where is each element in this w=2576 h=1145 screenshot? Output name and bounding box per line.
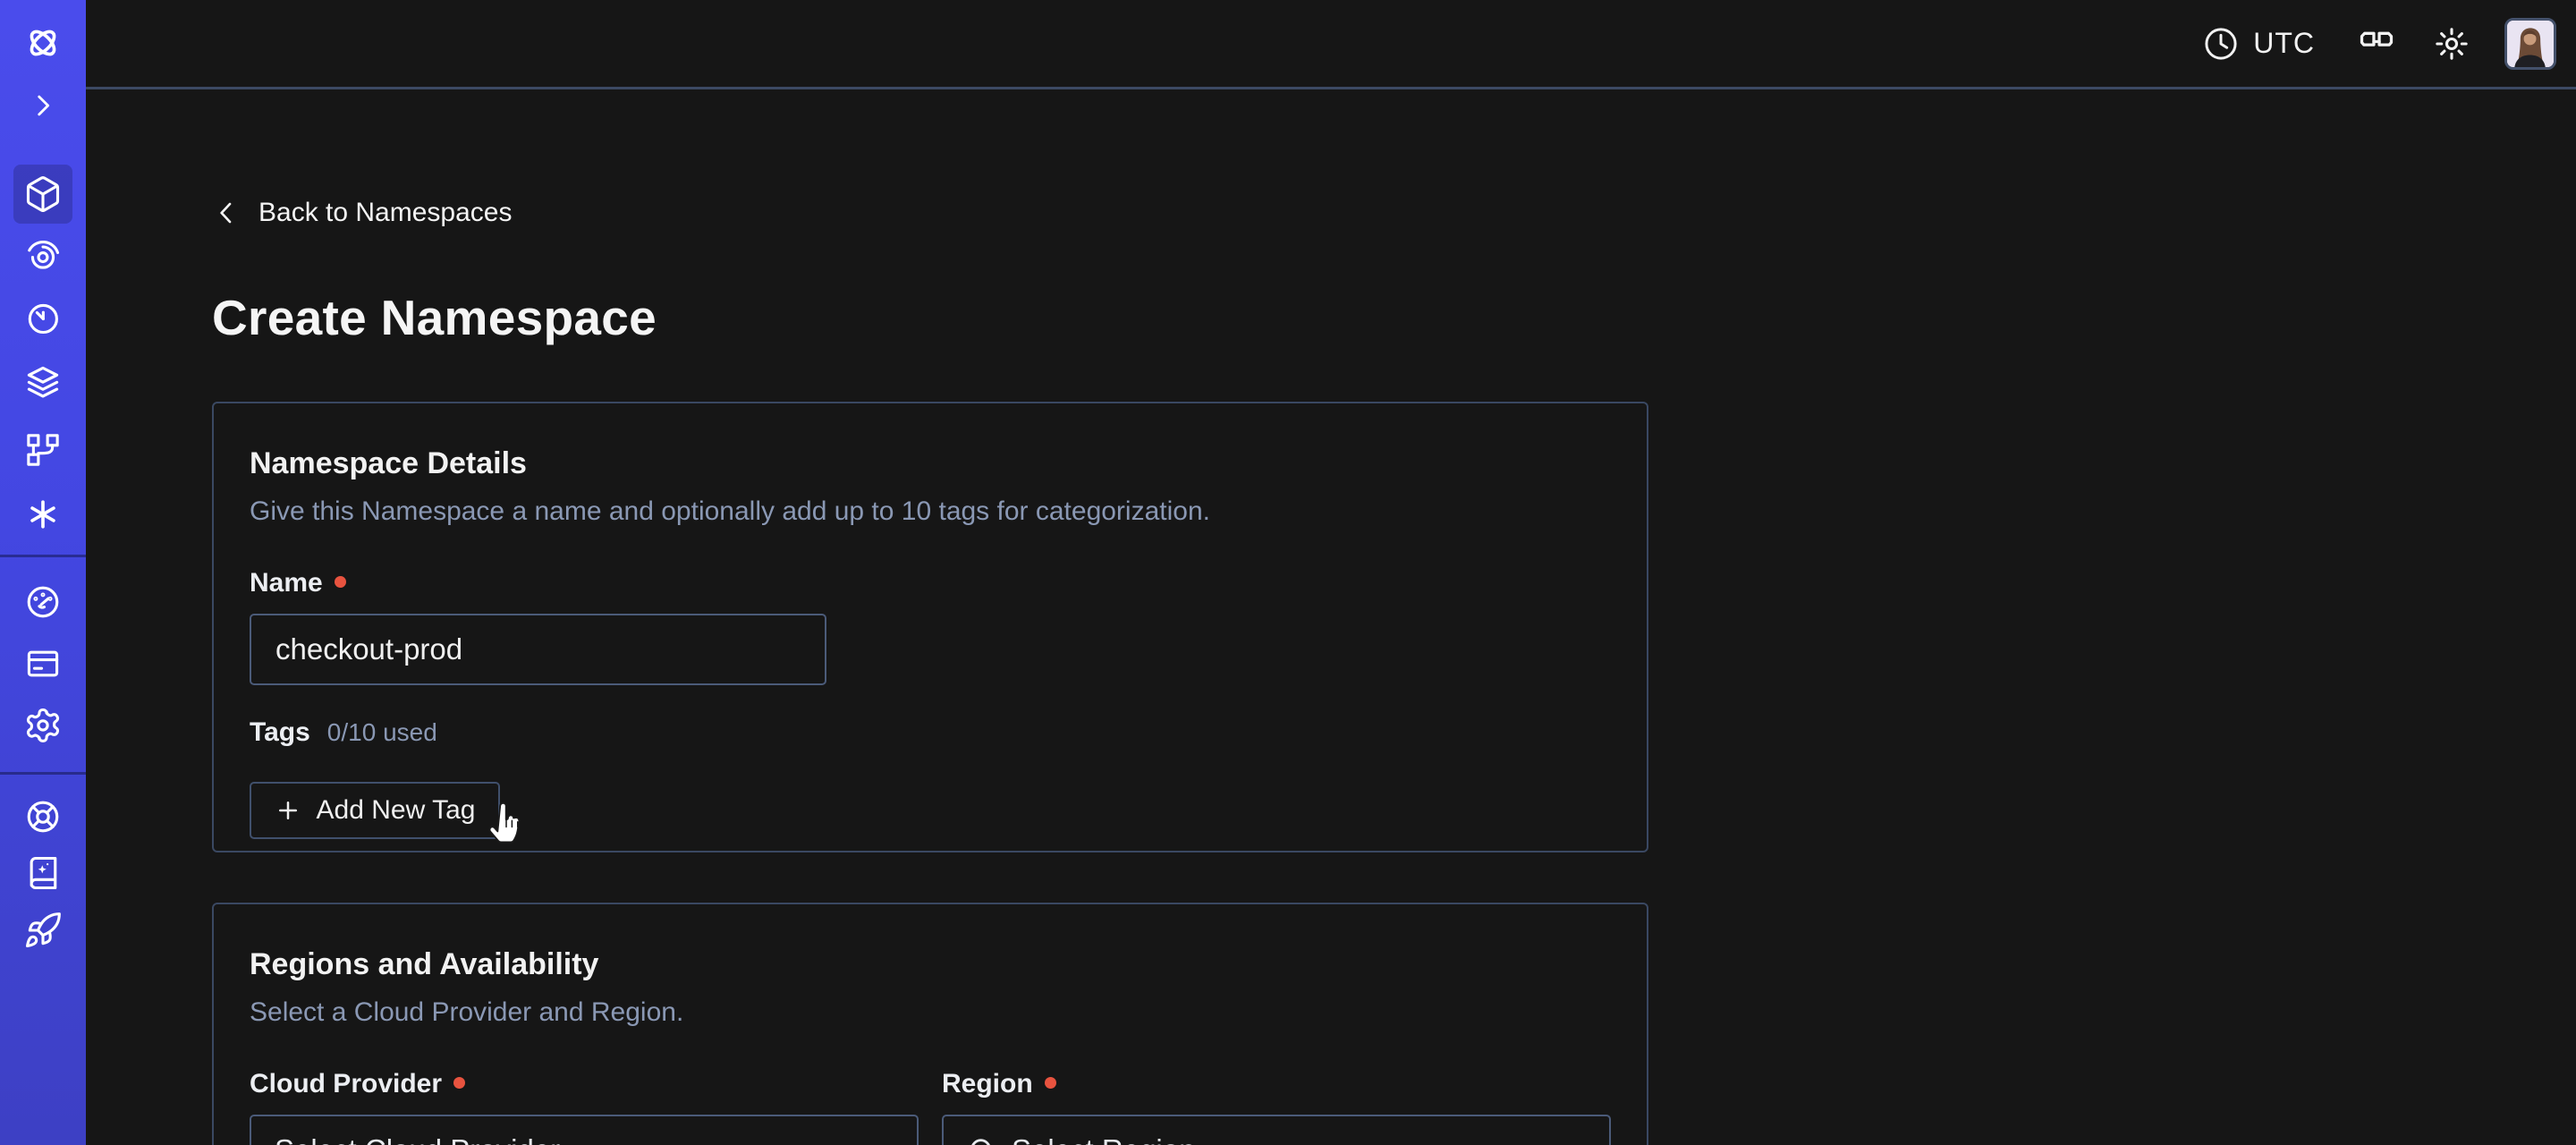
back-to-namespaces-link[interactable]: Back to Namespaces — [212, 198, 512, 228]
sidebar-item-getting-started[interactable] — [13, 901, 72, 960]
theme-toggle-button[interactable] — [2431, 23, 2472, 64]
cloud-provider-placeholder: Select Cloud Provider — [275, 1133, 849, 1145]
cloud-provider-select[interactable]: Select Cloud Provider — [250, 1115, 919, 1145]
tags-label: Tags — [250, 717, 310, 748]
stack-layers-icon — [23, 362, 63, 402]
topbar: UTC — [86, 0, 2576, 89]
search-icon — [967, 1135, 997, 1145]
sidebar-item-workflows[interactable] — [13, 225, 72, 284]
support-lifebuoy-icon — [23, 797, 63, 836]
chevron-down-icon — [1555, 1135, 1586, 1145]
deployments-branch-icon — [23, 430, 63, 470]
add-new-tag-button[interactable]: Add New Tag — [250, 782, 500, 839]
sidebar-item-logo[interactable] — [13, 13, 72, 72]
page-content: Back to Namespaces Create Namespace Name… — [86, 89, 2576, 1145]
app-root: UTC — [0, 0, 2576, 1145]
tags-label-row: Tags 0/10 used — [250, 717, 1611, 748]
region-label: Region — [942, 1069, 1033, 1099]
avatar-photo — [2507, 21, 2554, 67]
schedules-timer-icon — [23, 298, 63, 337]
sidebar-item-namespaces[interactable] — [13, 165, 72, 224]
sidebar-divider — [0, 555, 86, 557]
cloud-provider-column: Cloud Provider Select Cloud Provider — [250, 1069, 919, 1145]
docs-book-icon — [23, 853, 63, 893]
tags-used-counter: 0/10 used — [327, 718, 437, 747]
page-title: Create Namespace — [212, 289, 2576, 346]
clock-icon — [2202, 25, 2240, 63]
sidebar-item-schedules[interactable] — [13, 288, 72, 347]
add-tag-label: Add New Tag — [317, 795, 476, 826]
namespaces-cube-icon — [23, 174, 63, 214]
required-dot — [453, 1077, 465, 1089]
billing-window-icon — [23, 644, 63, 683]
nexus-asterisk-icon — [23, 495, 63, 534]
namespace-name-input[interactable] — [250, 614, 826, 685]
glasses-icon — [2356, 23, 2397, 64]
card-title: Namespace Details — [250, 446, 1611, 481]
cloud-provider-label-row: Cloud Provider — [250, 1069, 919, 1099]
sidebar-item-docs[interactable] — [13, 844, 72, 903]
temporal-logo-icon — [23, 23, 63, 63]
name-field-label-row: Name — [250, 568, 1611, 598]
main-area: UTC — [86, 0, 2576, 1145]
settings-gear-icon — [23, 705, 63, 744]
usage-gauge-icon — [23, 582, 63, 622]
chevron-right-icon — [28, 90, 58, 121]
cloud-provider-label: Cloud Provider — [250, 1069, 442, 1099]
sidebar-item-nexus[interactable] — [13, 485, 72, 544]
sidebar-divider — [0, 772, 86, 775]
workflows-icon — [23, 235, 63, 275]
view-mode-button[interactable] — [2356, 23, 2397, 64]
getting-started-rocket-icon — [23, 911, 63, 950]
chevron-left-icon — [212, 199, 241, 227]
card-subtitle: Select a Cloud Provider and Region. — [250, 997, 1611, 1028]
sidebar-expand-button[interactable] — [13, 76, 72, 135]
region-placeholder: Select Region — [1012, 1133, 1541, 1145]
timezone-label: UTC — [2253, 27, 2315, 60]
region-select[interactable]: Select Region — [942, 1115, 1611, 1145]
region-column: Region Select Region — [942, 1069, 1611, 1145]
plus-icon — [275, 797, 301, 824]
card-title: Regions and Availability — [250, 947, 1611, 982]
timezone-selector[interactable]: UTC — [2202, 25, 2315, 63]
provider-region-grid: Cloud Provider Select Cloud Provider — [250, 1069, 1611, 1145]
sidebar-item-batch[interactable] — [13, 352, 72, 411]
namespace-details-card: Namespace Details Give this Namespace a … — [212, 402, 1648, 852]
sidebar — [0, 0, 86, 1145]
required-dot — [1045, 1077, 1056, 1089]
user-avatar[interactable] — [2504, 18, 2556, 70]
sun-icon — [2432, 24, 2471, 64]
sidebar-item-deployments[interactable] — [13, 420, 72, 479]
chevron-down-icon — [863, 1135, 894, 1145]
regions-availability-card: Regions and Availability Select a Cloud … — [212, 903, 1648, 1145]
sidebar-item-settings[interactable] — [13, 695, 72, 754]
sidebar-item-usage[interactable] — [13, 572, 72, 632]
sidebar-item-support[interactable] — [13, 787, 72, 846]
back-link-label: Back to Namespaces — [258, 198, 512, 228]
sidebar-item-billing[interactable] — [13, 634, 72, 693]
card-subtitle: Give this Namespace a name and optionall… — [250, 496, 1611, 527]
required-dot — [335, 576, 346, 588]
region-label-row: Region — [942, 1069, 1611, 1099]
name-label: Name — [250, 568, 323, 598]
